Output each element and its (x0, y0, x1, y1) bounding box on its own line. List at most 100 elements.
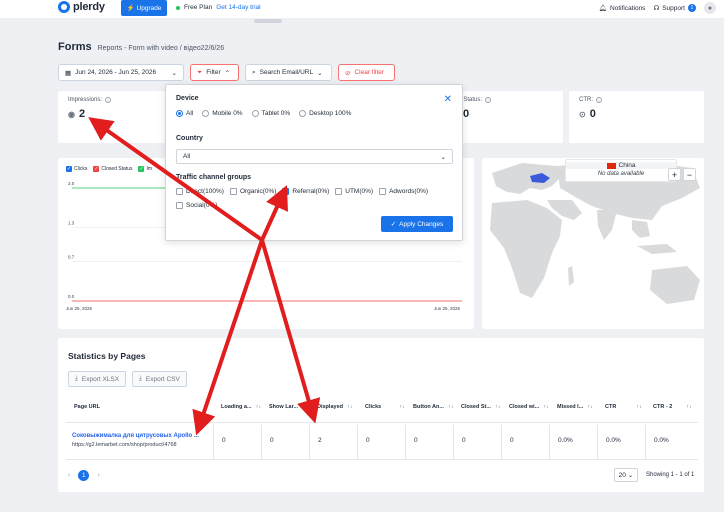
notifications-label: Notifications (610, 4, 646, 12)
bell-icon: 🔔︎ (598, 5, 608, 12)
impressions-card: Impressions: i ◉ 2 (58, 91, 168, 143)
plan-label: Free Plan (184, 4, 213, 11)
showing-count: Showing 1 - 1 of 1 (646, 472, 695, 478)
sort-icon[interactable]: ↑↓ (587, 404, 593, 410)
traffic-option-utm[interactable]: UTM(0%) (335, 188, 373, 195)
avatar[interactable]: ● (704, 2, 716, 14)
clear-filter-button[interactable]: ⊘ Clear filter (338, 64, 395, 81)
column-header-closed-status[interactable]: Closed St... ↑↓ (461, 404, 500, 410)
per-page-select[interactable]: 20 ⌄ (614, 468, 638, 482)
plan-dot-icon (176, 5, 180, 10)
sort-icon[interactable]: ↑↓ (302, 404, 308, 410)
traffic-option-adwords[interactable]: Adwords(0%) (379, 188, 428, 195)
device-option-tablet[interactable]: Tablet 0% (251, 110, 290, 117)
cell-show: 0 (270, 437, 274, 444)
traffic-options-row-2: Social(0%) (176, 202, 217, 209)
checkbox-icon (176, 202, 183, 209)
column-header-missed[interactable]: Missed I... ↑↓ (557, 404, 593, 410)
radio-icon (299, 110, 307, 117)
traffic-option-social[interactable]: Social(0%) (176, 202, 217, 209)
africa-shape (490, 200, 562, 298)
cell-closed-without: 0 (510, 437, 514, 444)
cell-ctr: 0.0% (606, 437, 621, 444)
column-header-closed-without[interactable]: Closed wi... ↑↓ (509, 404, 549, 410)
sort-icon[interactable]: ↑↓ (636, 404, 642, 410)
chevron-down-icon: ⌄ (171, 69, 177, 77)
prev-page-icon[interactable]: ‹ (68, 472, 70, 479)
apply-changes-button[interactable]: ✓ Apply Changes (381, 216, 453, 232)
sort-icon[interactable]: ↑↓ (543, 404, 549, 410)
info-icon[interactable]: i (485, 97, 492, 103)
logo-icon (58, 1, 70, 13)
clear-filter-icon: ⊘ (345, 69, 351, 77)
country-select[interactable]: All ⌄ (176, 149, 453, 164)
filter-icon: ⏷ (197, 68, 203, 76)
country-heading: Country (176, 135, 203, 142)
column-header-show[interactable]: Show Lar... ↑↓ (269, 404, 308, 410)
notifications-button[interactable]: 🔔︎ Notifications (598, 4, 646, 13)
trial-link[interactable]: Get 14-day trial (216, 4, 260, 11)
cell-closed-status: 0 (462, 437, 466, 444)
cell-button: 0 (414, 437, 418, 444)
closed-status-value-row: 0 (463, 108, 553, 120)
device-option-desktop[interactable]: Desktop 100% (299, 110, 351, 117)
plan-status: Free Plan Get 14-day trial (176, 4, 261, 11)
date-range-value: Jun 24, 2026 - Jun 25, 2026 (75, 69, 157, 76)
plerdy-logo[interactable]: plerdy (58, 1, 105, 13)
chevron-down-icon: ⌄ (317, 69, 323, 77)
column-header-ctr-2[interactable]: CTR - 2 ↑↓ (653, 404, 692, 410)
column-header-loading[interactable]: Loading a... ↑↓ (221, 404, 261, 410)
upgrade-button[interactable]: ⚡ Upgrade (121, 0, 167, 16)
device-option-mobile[interactable]: Mobile 0% (202, 110, 243, 117)
support-button[interactable]: ☊ Support 1 (653, 4, 696, 12)
export-csv-button[interactable]: ⤓ Export CSV (132, 371, 187, 387)
india-shape (597, 210, 617, 240)
southeast-asia-shape (632, 220, 650, 238)
next-page-icon[interactable]: › (97, 472, 99, 479)
zoom-in-button[interactable]: + (668, 168, 681, 181)
cell-missed: 0.0% (558, 437, 573, 444)
apply-changes-label: Apply Changes (399, 220, 444, 228)
download-icon: ⤓ (75, 375, 78, 382)
breadcrumb: Reports - Form with video / відео22/6/26 (97, 45, 225, 52)
zoom-out-button[interactable]: − (683, 168, 696, 181)
scroll-indicator (254, 19, 282, 23)
column-divider (357, 425, 358, 459)
impressions-label: Impressions: (68, 97, 103, 103)
checkbox-icon (335, 188, 343, 195)
column-header-displayed[interactable]: Displayed ↑↓ (317, 404, 352, 410)
traffic-heading: Traffic channel groups (176, 174, 252, 181)
support-label: Support (662, 4, 685, 12)
sort-icon[interactable]: ↑↓ (686, 404, 692, 410)
sort-icon[interactable]: ↑↓ (448, 404, 454, 410)
page-header: Forms Reports - Form with video / відео2… (58, 41, 224, 53)
page-number-button[interactable]: 1 (78, 470, 90, 481)
info-icon[interactable]: i (105, 97, 112, 103)
column-header-page-url[interactable]: Page URL (74, 404, 100, 410)
column-header-button[interactable]: Button An... ↑↓ (413, 404, 453, 410)
traffic-option-referral[interactable]: ✓ Referral(0%) (282, 188, 329, 195)
column-header-ctr[interactable]: CTR ↑↓ (605, 404, 642, 410)
traffic-option-direct[interactable]: Direct(100%) (176, 188, 224, 195)
header-divider (66, 422, 698, 423)
device-heading: Device (176, 95, 199, 102)
search-email-url-button[interactable]: ⌕ Search Email/URL ⌄ (245, 64, 332, 81)
column-header-clicks[interactable]: Clicks ↑↓ (365, 404, 405, 410)
device-option-all[interactable]: All (176, 110, 193, 117)
sort-icon[interactable]: ↑↓ (347, 404, 353, 410)
info-icon[interactable]: i (596, 97, 602, 103)
sort-icon[interactable]: ↑↓ (256, 404, 262, 410)
column-divider (261, 425, 262, 459)
ctr-label: CTR: (579, 97, 593, 103)
close-icon[interactable]: ✕ (444, 94, 452, 105)
filter-button[interactable]: ⏷ Filter ⌃ (190, 64, 239, 81)
sort-icon[interactable]: ↑↓ (495, 404, 501, 410)
export-xlsx-button[interactable]: ⤓ Export XLSX (68, 371, 127, 387)
page-title-link[interactable]: Соковыжималка для цитрусовых Apollo ... (72, 433, 199, 439)
ctr-value-row: ⊙ 0 (579, 108, 694, 120)
date-range-picker[interactable]: ▦ Jun 24, 2026 - Jun 25, 2026 ⌄ (58, 64, 184, 81)
y-tick-label: 2.0 (68, 181, 75, 186)
traffic-option-organic[interactable]: Organic(0%) (229, 188, 276, 195)
sort-icon[interactable]: ↑↓ (399, 404, 405, 410)
chevron-down-icon: ⌄ (440, 153, 446, 161)
